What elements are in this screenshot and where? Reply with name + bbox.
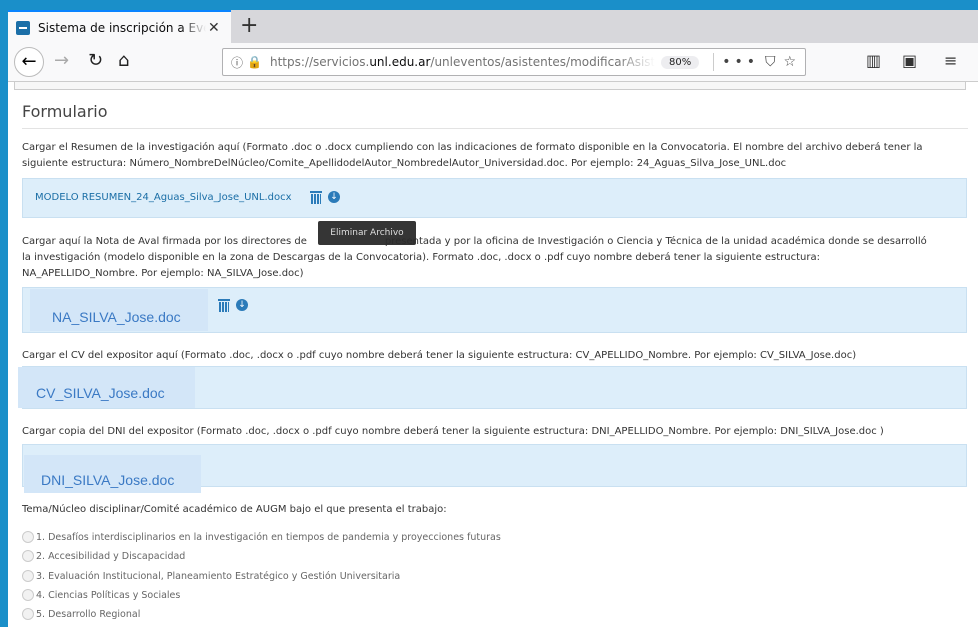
tema-option[interactable]: 5. Desarrollo Regional [22,608,140,620]
radio-button[interactable] [22,589,34,601]
urlbar-separator [713,53,715,71]
dni-instructions: Cargar copia del DNI del expositor (Form… [22,426,884,437]
tab-close-button[interactable]: ✕ [208,20,220,36]
home-icon[interactable]: ⌂ [118,49,129,73]
top-scroll-strip [14,82,966,90]
bookmark-star-icon[interactable]: ☆ [783,54,796,70]
reload-icon[interactable]: ↻ [88,49,103,73]
radio-button[interactable] [22,550,34,562]
heading-divider [22,128,968,129]
trash-icon[interactable] [310,191,322,204]
tab-bar: Sistema de inscripción a Eventos ✕ + [8,10,978,43]
address-bar[interactable]: ⓘ 🔒 https://servicios.unl.edu.ar/unleven… [222,48,806,76]
dni-file-name-box[interactable]: DNI_SILVA_Jose.doc [24,455,201,493]
menu-icon[interactable]: ≡ [944,51,957,70]
delete-file-tooltip: Eliminar Archivo [318,221,416,245]
tab-title: Sistema de inscripción a Eventos [38,20,206,35]
lock-icon: 🔒 [247,55,262,69]
form-heading: Formulario [22,102,108,121]
site-favicon-icon [16,20,30,35]
resumen-file-box: MODELO RESUMEN_24_Aguas_Silva_Jose_UNL.d… [22,178,967,218]
site-info-icon[interactable]: ⓘ [231,54,243,71]
aval-instructions: Cargar aquí la Nota de Aval firmada por … [22,236,927,279]
page-content: Formulario Cargar el Resumen de la inves… [8,82,978,627]
page-actions-button[interactable]: ••• [722,54,759,70]
aval-file-name: NA_SILVA_Jose.doc [52,309,181,325]
new-tab-button[interactable]: + [240,13,258,39]
cv-file-name: CV_SILVA_Jose.doc [36,385,165,401]
radio-button[interactable] [22,531,34,543]
tema-option[interactable]: 2. Accesibilidad y Discapacidad [22,550,185,562]
tema-label: Tema/Núcleo disciplinar/Comité académico… [22,504,447,515]
tab-active[interactable]: Sistema de inscripción a Eventos ✕ [8,10,231,43]
cv-file-name-box[interactable]: CV_SILVA_Jose.doc [18,367,195,408]
radio-button[interactable] [22,608,34,620]
forward-button[interactable]: → [54,49,69,73]
library-icon[interactable]: ▥ [866,51,881,70]
radio-button[interactable] [22,570,34,582]
resumen-file-link[interactable]: MODELO RESUMEN_24_Aguas_Silva_Jose_UNL.d… [35,192,292,203]
tema-option[interactable]: 1. Desafíos interdisciplinarios en la in… [22,531,501,543]
dni-file-name: DNI_SILVA_Jose.doc [41,472,175,488]
cv-instructions: Cargar el CV del expositor aquí (Formato… [22,350,857,361]
aval-file-name-box[interactable]: NA_SILVA_Jose.doc [30,289,208,331]
back-button[interactable]: ← [14,47,44,77]
pocket-icon[interactable]: ⛉ [765,54,776,70]
download-icon[interactable]: ↓ [328,191,340,203]
zoom-indicator[interactable]: 80% [660,55,700,69]
download-icon[interactable]: ↓ [236,299,248,311]
sidebar-icon[interactable]: ▣ [902,51,917,70]
url-text[interactable]: https://servicios.unl.edu.ar/unleventos/… [270,55,655,69]
tema-option[interactable]: 3. Evaluación Institucional, Planeamient… [22,570,400,582]
navigation-bar: ← → ↻ ⌂ ⓘ 🔒 https://servicios.unl.edu.ar… [8,43,978,82]
trash-icon[interactable] [218,299,230,312]
tema-option[interactable]: 4. Ciencias Políticas y Sociales [22,589,180,601]
resumen-instructions: Cargar el Resumen de la investigación aq… [22,142,923,169]
